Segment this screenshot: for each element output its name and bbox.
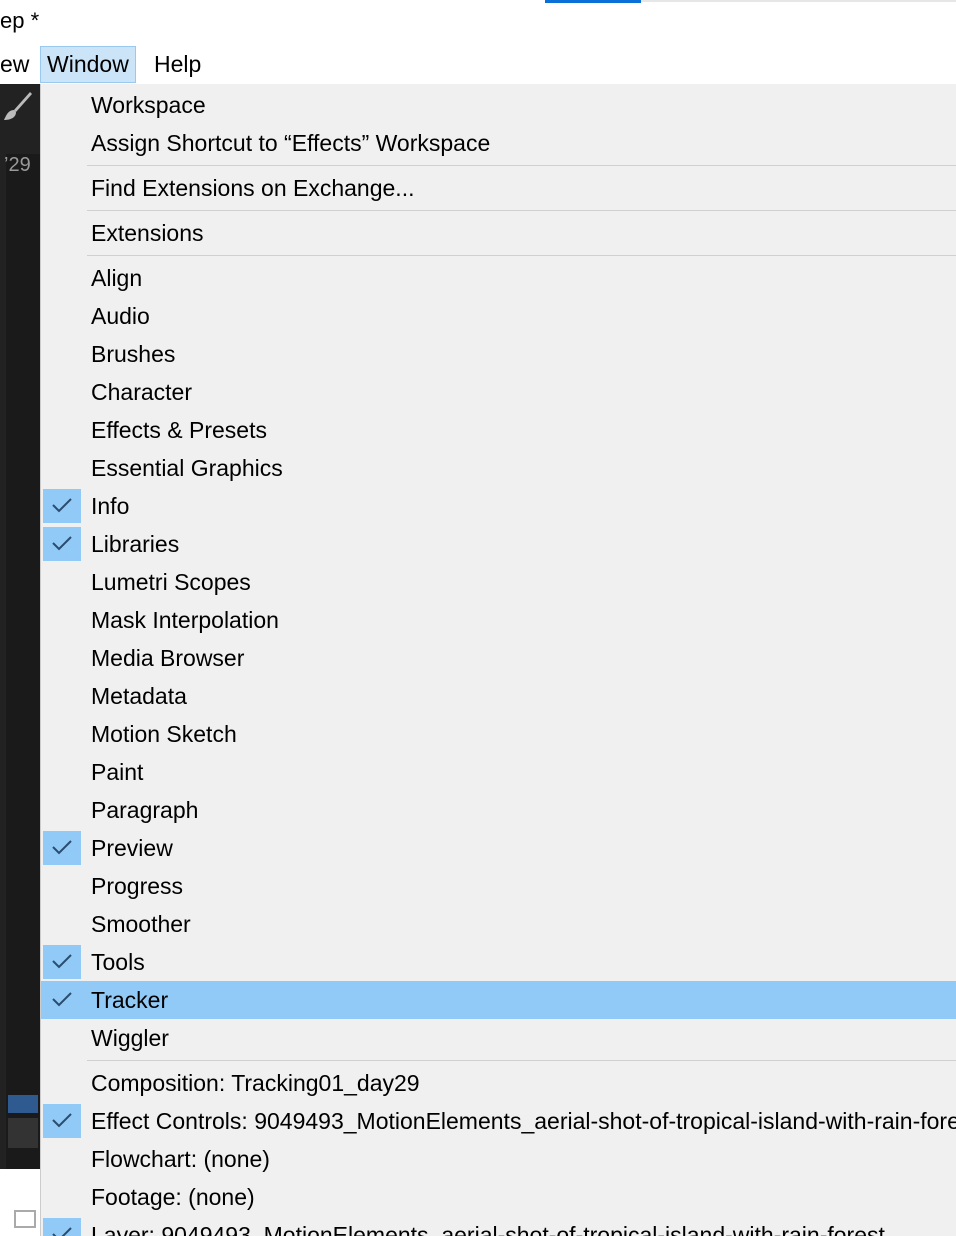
menu-item-assign-shortcut-to-effects-workspace[interactable]: Assign Shortcut to “Effects” Workspace	[41, 124, 956, 162]
menu-item-tools[interactable]: Tools	[41, 943, 956, 981]
menu-item-motion-sketch[interactable]: Motion Sketch	[41, 715, 956, 753]
menu-item-progress[interactable]: Progress	[41, 867, 956, 905]
menu-item-label: Audio	[91, 303, 150, 329]
menu-item-smoother[interactable]: Smoother	[41, 905, 956, 943]
menu-item-brushes[interactable]: Brushes	[41, 335, 956, 373]
menu-item-label: Assign Shortcut to “Effects” Workspace	[91, 130, 491, 156]
menu-item-character[interactable]: Character	[41, 373, 956, 411]
menu-item-align[interactable]: Align	[41, 259, 956, 297]
menu-item-tracker[interactable]: Tracker	[41, 981, 956, 1019]
menu-item-label: Paint	[91, 759, 144, 785]
menu-item-media-browser[interactable]: Media Browser	[41, 639, 956, 677]
tab-strip-edge	[641, 0, 956, 2]
menu-item-preview[interactable]: Preview	[41, 829, 956, 867]
menu-item-paragraph[interactable]: Paragraph	[41, 791, 956, 829]
menu-item-label: Tools	[91, 949, 145, 975]
menu-separator	[87, 255, 956, 256]
menu-item-label: Progress	[91, 873, 184, 899]
preview-panel-icon[interactable]	[14, 1210, 36, 1228]
checkmark-icon	[43, 1218, 81, 1236]
menu-item-layer-9049493-motionelements-aerial-shot[interactable]: Layer: 9049493_MotionElements_aerial-sho…	[41, 1216, 956, 1236]
menu-item-label: Workspace	[91, 92, 206, 118]
menu-item-paint[interactable]: Paint	[41, 753, 956, 791]
menu-item-label: Info	[91, 493, 130, 519]
menu-item-mask-interpolation[interactable]: Mask Interpolation	[41, 601, 956, 639]
menu-item-label: Preview	[91, 835, 173, 861]
active-tab-indicator	[545, 0, 641, 3]
brush-icon[interactable]	[2, 90, 34, 122]
menu-item-info[interactable]: Info	[41, 487, 956, 525]
menu-window[interactable]: Window	[40, 46, 136, 83]
checkmark-icon	[43, 489, 81, 523]
menu-item-label: Effect Controls: 9049493_MotionElements_…	[91, 1108, 956, 1134]
menu-item-label: Composition: Tracking01_day29	[91, 1070, 420, 1096]
menu-item-label: Brushes	[91, 341, 176, 367]
menu-item-find-extensions-on-exchange[interactable]: Find Extensions on Exchange...	[41, 169, 956, 207]
menu-item-label: Flowchart: (none)	[91, 1146, 270, 1172]
menu-item-label: Lumetri Scopes	[91, 569, 251, 595]
menu-item-label: Find Extensions on Exchange...	[91, 175, 415, 201]
menu-item-flowchart-none[interactable]: Flowchart: (none)	[41, 1140, 956, 1178]
frame-number-fragment: ’29	[4, 154, 31, 176]
menu-item-label: Align	[91, 265, 143, 291]
menu-view[interactable]: ew	[0, 46, 35, 83]
menu-item-label: Paragraph	[91, 797, 199, 823]
menu-item-effects-presets[interactable]: Effects & Presets	[41, 411, 956, 449]
menu-item-label: Motion Sketch	[91, 721, 237, 747]
menu-item-libraries[interactable]: Libraries	[41, 525, 956, 563]
menu-item-label: Mask Interpolation	[91, 607, 279, 633]
menu-item-label: Essential Graphics	[91, 455, 283, 481]
menu-item-label: Extensions	[91, 220, 204, 246]
timeline-playhead[interactable]	[8, 1118, 38, 1148]
checkmark-icon	[43, 983, 81, 1017]
timeline-marker[interactable]	[8, 1095, 38, 1113]
menu-item-label: Footage: (none)	[91, 1184, 255, 1210]
menu-item-label: Smoother	[91, 911, 191, 937]
menu-item-footage-none[interactable]: Footage: (none)	[41, 1178, 956, 1216]
menu-item-extensions[interactable]: Extensions	[41, 214, 956, 252]
checkmark-icon	[43, 945, 81, 979]
menu-item-metadata[interactable]: Metadata	[41, 677, 956, 715]
menu-item-workspace[interactable]: Workspace	[41, 86, 956, 124]
menu-item-wiggler[interactable]: Wiggler	[41, 1019, 956, 1057]
menu-item-label: Wiggler	[91, 1025, 169, 1051]
menu-separator	[87, 210, 956, 211]
menu-item-label: Character	[91, 379, 192, 405]
checkmark-icon	[43, 831, 81, 865]
menu-item-effect-controls-9049493-motionelements-a[interactable]: Effect Controls: 9049493_MotionElements_…	[41, 1102, 956, 1140]
window-title-fragment: ep *	[0, 8, 40, 33]
menu-item-label: Libraries	[91, 531, 180, 557]
menu-item-composition-tracking01-day29[interactable]: Composition: Tracking01_day29	[41, 1064, 956, 1102]
menu-item-lumetri-scopes[interactable]: Lumetri Scopes	[41, 563, 956, 601]
menu-item-essential-graphics[interactable]: Essential Graphics	[41, 449, 956, 487]
checkmark-icon	[43, 1104, 81, 1138]
menu-item-label: Layer: 9049493_MotionElements_aerial-sho…	[91, 1222, 885, 1236]
menu-bar: ew Window Help	[0, 44, 956, 84]
window-menu-dropdown: Workspace Assign Shortcut to “Effects” Wo…	[40, 84, 956, 1236]
panel-column	[6, 154, 40, 1169]
menu-item-label: Metadata	[91, 683, 187, 709]
menu-item-label: Tracker	[91, 987, 169, 1013]
checkmark-icon	[43, 527, 81, 561]
menu-item-audio[interactable]: Audio	[41, 297, 956, 335]
menu-item-label: Effects & Presets	[91, 417, 267, 443]
menu-separator	[87, 1060, 956, 1061]
app-background-panel: ’29	[0, 84, 40, 1228]
menu-item-label: Media Browser	[91, 645, 245, 671]
menu-help[interactable]: Help	[148, 46, 207, 83]
menu-separator	[87, 165, 956, 166]
